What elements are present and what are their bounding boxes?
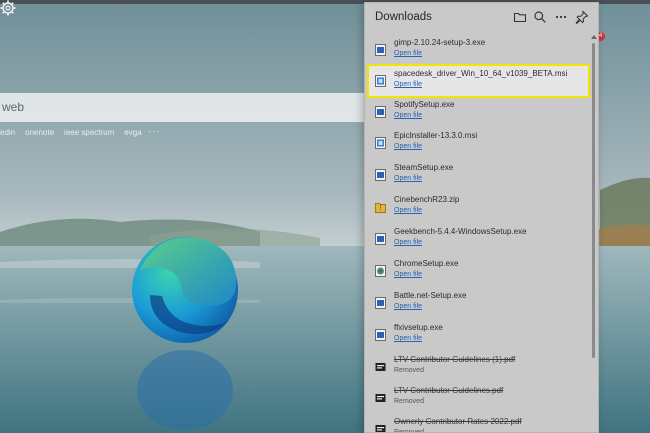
msi-icon	[375, 74, 386, 87]
download-filename: ChromeSetup.exe	[394, 259, 459, 268]
download-item[interactable]: Ownerly Contributor Rates 2022.pdf Remove…	[369, 414, 588, 433]
exe-icon	[375, 232, 386, 245]
download-filename: EpicInstaller-13.3.0.msi	[394, 131, 478, 140]
exe-icon	[375, 296, 386, 309]
download-item[interactable]: SpotifySetup.exe Open file	[369, 97, 588, 127]
download-item[interactable]: gimp-2.10.24-setup-3.exe Open file	[369, 35, 588, 65]
quick-link[interactable]: ieee spectrum	[64, 128, 114, 137]
search-box-text: web	[2, 100, 25, 114]
chrome-exe-icon	[375, 264, 386, 277]
quick-link[interactable]: edin	[0, 128, 15, 137]
download-item[interactable]: CinebenchR23.zip Open file	[369, 192, 588, 222]
open-file-link[interactable]: Open file	[394, 271, 422, 278]
exe-icon	[375, 105, 386, 118]
open-file-link[interactable]: Open file	[394, 207, 422, 214]
download-item[interactable]: EpicInstaller-13.3.0.msi Open file	[369, 128, 588, 158]
download-filename: SteamSetup.exe	[394, 163, 454, 172]
more-icon[interactable]	[554, 10, 568, 24]
scrollbar-thumb[interactable]	[592, 43, 595, 358]
downloads-title: Downloads	[375, 11, 432, 23]
downloads-scrollbar[interactable]	[590, 33, 598, 432]
download-item[interactable]: LTV Contributor Guidelines (1).pdf Remove…	[369, 352, 588, 382]
pdf-icon	[375, 391, 386, 403]
open-file-link[interactable]: Open file	[394, 50, 422, 57]
exe-icon	[375, 43, 386, 56]
open-file-link[interactable]: Open file	[394, 239, 422, 246]
open-file-link[interactable]: Open file	[394, 81, 422, 88]
download-filename: spacedesk_driver_Win_10_64_v1039_BETA.ms…	[394, 69, 568, 78]
open-file-link[interactable]: Open file	[394, 175, 422, 182]
zip-icon	[375, 200, 386, 213]
pin-icon[interactable]	[575, 10, 589, 24]
download-filename: Ownerly Contributor Rates 2022.pdf	[394, 417, 522, 426]
folder-icon[interactable]	[513, 10, 527, 24]
download-item[interactable]: Geekbench-5.4.4-WindowsSetup.exe Open fil…	[369, 224, 588, 254]
quick-link[interactable]: evga	[124, 128, 141, 137]
open-file-link[interactable]: Open file	[394, 112, 422, 119]
download-filename: LTV Contributor Guidelines.pdf	[394, 386, 504, 395]
download-status: Removed	[394, 429, 424, 433]
quick-links: edin onenote ieee spectrum evga	[0, 128, 142, 137]
open-file-link[interactable]: Open file	[394, 335, 422, 342]
gear-icon[interactable]	[0, 0, 16, 16]
downloads-header: Downloads	[365, 3, 598, 31]
download-filename: Geekbench-5.4.4-WindowsSetup.exe	[394, 227, 527, 236]
downloads-flyout: Downloads gimp-2.10.24-setup-3.exe Open f…	[364, 2, 599, 433]
pdf-icon	[375, 422, 386, 432]
download-item[interactable]: spacedesk_driver_Win_10_64_v1039_BETA.ms…	[367, 64, 590, 98]
scroll-up-icon[interactable]	[591, 35, 597, 39]
download-item[interactable]: ChromeSetup.exe Open file	[369, 256, 588, 286]
download-status: Removed	[394, 367, 424, 374]
open-file-link[interactable]: Open file	[394, 143, 422, 150]
pdf-icon	[375, 360, 386, 372]
download-filename: LTV Contributor Guidelines (1).pdf	[394, 355, 516, 364]
search-icon[interactable]	[533, 10, 547, 24]
download-item[interactable]: Battle.net-Setup.exe Open file	[369, 288, 588, 318]
download-filename: CinebenchR23.zip	[394, 195, 460, 204]
open-file-link[interactable]: Open file	[394, 303, 422, 310]
edge-logo-icon	[132, 237, 238, 343]
download-filename: ffxivsetup.exe	[394, 323, 443, 332]
download-status: Removed	[394, 398, 424, 405]
msi-icon	[375, 136, 386, 149]
download-filename: gimp-2.10.24-setup-3.exe	[394, 38, 486, 47]
exe-icon	[375, 168, 386, 181]
quick-links-more-icon[interactable]: ···	[148, 126, 161, 137]
download-item[interactable]: ffxivsetup.exe Open file	[369, 320, 588, 350]
quick-link[interactable]: onenote	[25, 128, 54, 137]
download-item[interactable]: LTV Contributor Guidelines.pdf Removed	[369, 383, 588, 413]
exe-icon	[375, 328, 386, 341]
download-item[interactable]: SteamSetup.exe Open file	[369, 160, 588, 190]
download-filename: Battle.net-Setup.exe	[394, 291, 467, 300]
web-search-box[interactable]: web	[0, 93, 375, 122]
download-filename: SpotifySetup.exe	[394, 100, 455, 109]
